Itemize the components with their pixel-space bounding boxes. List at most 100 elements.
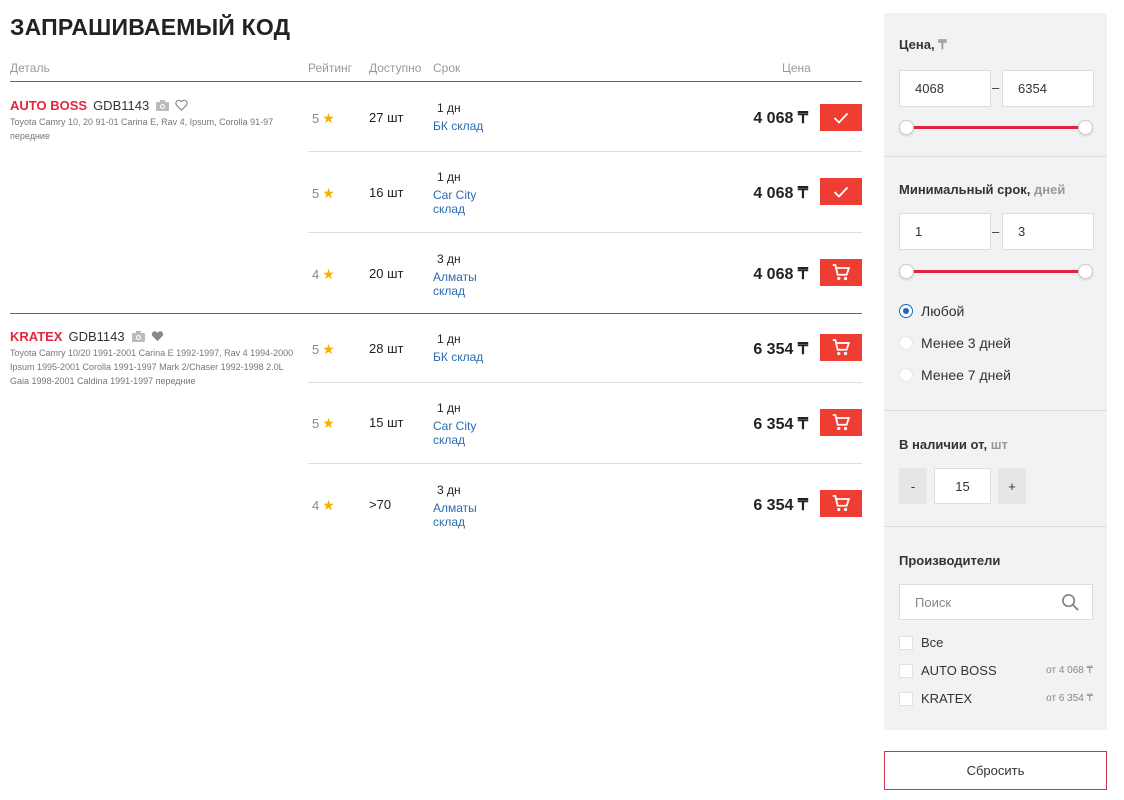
warehouse-link[interactable]: Car City склад: [433, 188, 503, 216]
maker-checkbox-autoboss[interactable]: AUTO BOSS от 4 068 ₸: [899, 663, 1093, 678]
camera-icon[interactable]: [131, 330, 145, 342]
rating: 5 ★: [312, 341, 335, 357]
warehouse-link[interactable]: Car City склад: [433, 419, 503, 447]
add-to-cart-button[interactable]: [820, 334, 862, 361]
added-check-button[interactable]: [820, 104, 862, 131]
warehouse-link[interactable]: БК склад: [433, 119, 503, 133]
price: 4 068 ₸: [753, 110, 808, 127]
delivery-term: 3 дн Алматы склад: [433, 252, 503, 298]
column-detail: Деталь: [10, 61, 50, 75]
term-slider-min-handle[interactable]: [899, 264, 914, 279]
price-filter-title: Цена, ₸: [899, 37, 947, 52]
camera-icon[interactable]: [156, 99, 170, 111]
brand-info: AUTO BOSS GDB1143 Toyota Camry 10, 20 91…: [10, 97, 295, 143]
available-qty: 16 шт: [369, 185, 404, 200]
price: 6 354 ₸: [753, 341, 808, 358]
add-to-cart-button[interactable]: [820, 490, 862, 517]
stock-increment-button[interactable]: +: [998, 468, 1026, 504]
add-to-cart-button[interactable]: [820, 409, 862, 436]
term-option-any[interactable]: Любой: [899, 303, 964, 319]
column-term: Срок: [433, 61, 461, 75]
term-max-input[interactable]: 3: [1002, 213, 1094, 250]
available-qty: 28 шт: [369, 341, 404, 356]
rating: 5 ★: [312, 185, 335, 201]
radio-icon: [899, 336, 913, 350]
divider: [884, 156, 1107, 157]
delivery-term: 1 дн Car City склад: [433, 401, 503, 447]
maker-checkbox-all[interactable]: Все: [899, 635, 1093, 650]
added-check-button[interactable]: [820, 178, 862, 205]
star-icon: ★: [322, 415, 335, 431]
checkbox-icon: [899, 691, 913, 706]
brand-name[interactable]: KRATEX: [10, 329, 62, 344]
cart-icon: [832, 414, 850, 431]
brand-name[interactable]: AUTO BOSS: [10, 98, 87, 113]
makers-search-input[interactable]: [900, 585, 1050, 619]
add-to-cart-button[interactable]: [820, 259, 862, 286]
range-dash: –: [992, 80, 1000, 95]
column-price: Цена: [782, 61, 811, 75]
table-row: 4 ★ >70 3 дн Алматы склад 6 354 ₸: [308, 464, 862, 544]
heart-outline-icon[interactable]: [175, 99, 188, 111]
star-icon: ★: [322, 497, 335, 513]
stock-filter-title: В наличии от, шт: [899, 437, 1008, 452]
warehouse-link[interactable]: Алматы склад: [433, 501, 503, 529]
warehouse-link[interactable]: БК склад: [433, 350, 503, 364]
warehouse-link[interactable]: Алматы склад: [433, 270, 503, 298]
term-min-input[interactable]: 1: [899, 213, 991, 250]
term-filter-title: Минимальный срок, дней: [899, 182, 1066, 197]
cart-icon: [832, 264, 850, 281]
stock-decrement-button[interactable]: -: [899, 468, 927, 504]
makers-search: [899, 584, 1093, 620]
price-slider-min-handle[interactable]: [899, 120, 914, 135]
part-code: GDB1143: [93, 97, 150, 113]
checkbox-icon: [899, 635, 913, 650]
divider: [884, 526, 1107, 527]
delivery-term: 3 дн Алматы склад: [433, 483, 503, 529]
table-row: 4 ★ 20 шт 3 дн Алматы склад 4 068 ₸: [308, 233, 862, 313]
maker-min-price: от 6 354 ₸: [1046, 693, 1093, 704]
term-option-3[interactable]: Менее 3 дней: [899, 335, 1011, 351]
radio-selected-icon: [899, 304, 913, 318]
table-row: 5 ★ 15 шт 1 дн Car City склад 6 354 ₸: [308, 383, 862, 464]
table-row: 5 ★ 27 шт 1 дн БК склад 4 068 ₸: [308, 83, 862, 152]
table-header: Деталь Рейтинг Доступно Срок Цена: [10, 61, 862, 82]
radio-icon: [899, 368, 913, 382]
term-slider-max-handle[interactable]: [1078, 264, 1093, 279]
available-qty: >70: [369, 497, 392, 512]
maker-checkbox-kratex[interactable]: KRATEX от 6 354 ₸: [899, 691, 1093, 706]
table-row: 5 ★ 28 шт 1 дн БК склад 6 354 ₸: [308, 314, 862, 383]
price-max-input[interactable]: 6354: [1002, 70, 1094, 107]
available-qty: 20 шт: [369, 266, 404, 281]
available-qty: 15 шт: [369, 415, 404, 430]
cart-icon: [832, 495, 850, 512]
price: 6 354 ₸: [753, 416, 808, 433]
price-min-input[interactable]: 4068: [899, 70, 991, 107]
maker-min-price: от 4 068 ₸: [1046, 665, 1093, 676]
star-icon: ★: [322, 266, 335, 282]
part-code: GDB1143: [68, 328, 125, 344]
delivery-term: 1 дн Car City склад: [433, 170, 503, 216]
reset-filters-button[interactable]: Сбросить: [884, 751, 1107, 790]
cart-icon: [832, 339, 850, 356]
price: 4 068 ₸: [753, 266, 808, 283]
page-title: ЗАПРАШИВАЕМЫЙ КОД: [10, 14, 291, 40]
delivery-term: 1 дн БК склад: [433, 332, 503, 364]
available-qty: 27 шт: [369, 110, 404, 125]
filters-sidebar: Цена, ₸ 4068 – 6354 Минимальный срок, дн…: [884, 13, 1107, 730]
makers-filter-title: Производители: [899, 553, 1001, 568]
brand-description: Toyota Camry 10, 20 91-01 Carina E, Rav …: [10, 117, 274, 141]
heart-filled-icon[interactable]: [151, 330, 164, 342]
rating: 4 ★: [312, 266, 335, 282]
rating: 5 ★: [312, 110, 335, 126]
column-available: Доступно: [369, 61, 422, 75]
price-slider-track[interactable]: [906, 126, 1086, 129]
price: 4 068 ₸: [753, 185, 808, 202]
check-icon: [833, 112, 849, 124]
term-slider-track[interactable]: [906, 270, 1086, 273]
price-slider-max-handle[interactable]: [1078, 120, 1093, 135]
range-dash: –: [992, 224, 1000, 239]
search-icon[interactable]: [1061, 593, 1080, 617]
term-option-7[interactable]: Менее 7 дней: [899, 367, 1011, 383]
stock-quantity-input[interactable]: 15: [934, 468, 991, 504]
